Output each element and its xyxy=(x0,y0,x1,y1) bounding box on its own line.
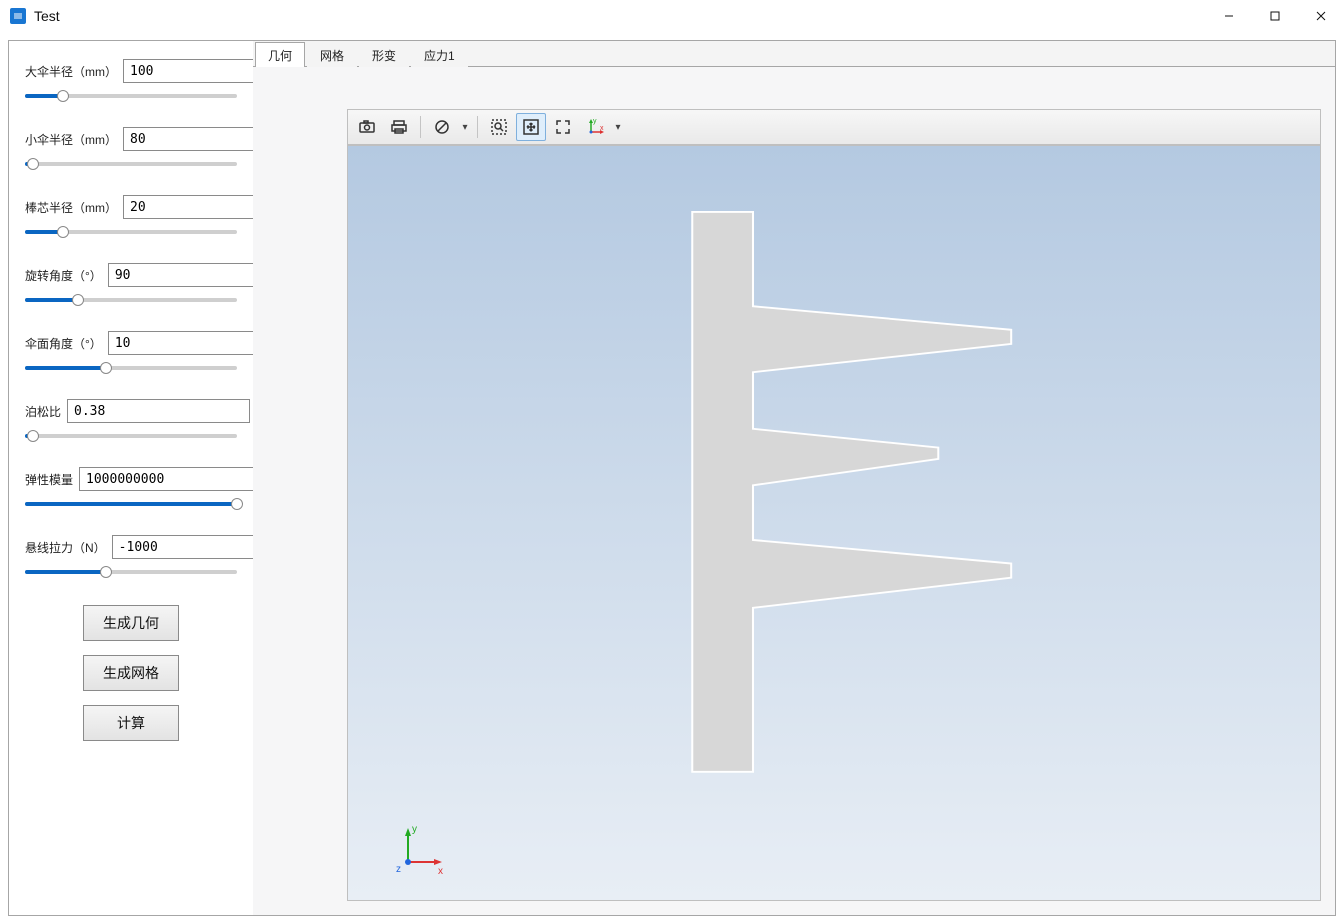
forbid-icon[interactable] xyxy=(427,113,457,141)
viewer-canvas[interactable]: y x z xyxy=(347,145,1321,901)
param-slider[interactable] xyxy=(25,155,237,173)
param-group: 弹性模量 xyxy=(25,467,237,513)
param-group: 泊松比 xyxy=(25,399,237,445)
param-label: 棒芯半径（mm） xyxy=(25,199,117,216)
app-icon xyxy=(10,8,26,24)
param-label: 悬线拉力（N） xyxy=(25,539,106,556)
param-group: 小伞半径（mm） xyxy=(25,127,237,173)
tab[interactable]: 应力1 xyxy=(411,42,468,67)
param-slider[interactable] xyxy=(25,427,237,445)
action-button[interactable]: 计算 xyxy=(83,705,179,741)
window-close-button[interactable] xyxy=(1298,0,1344,32)
param-label: 小伞半径（mm） xyxy=(25,131,117,148)
param-group: 旋转角度（°） xyxy=(25,263,237,309)
dropdown-arrow-icon[interactable]: ▾ xyxy=(612,122,624,133)
window-minimize-button[interactable] xyxy=(1206,0,1252,32)
param-slider[interactable] xyxy=(25,223,237,241)
param-label: 伞面角度（°） xyxy=(25,335,102,352)
param-slider[interactable] xyxy=(25,291,237,309)
tab[interactable]: 几何 xyxy=(255,42,305,67)
pan-icon[interactable] xyxy=(516,113,546,141)
svg-text:y: y xyxy=(593,118,597,125)
dropdown-arrow-icon[interactable]: ▾ xyxy=(459,122,471,133)
action-button[interactable]: 生成几何 xyxy=(83,605,179,641)
action-button[interactable]: 生成网格 xyxy=(83,655,179,691)
viewer-area: ▾yx▾ y x z xyxy=(253,67,1335,915)
param-slider[interactable] xyxy=(25,359,237,377)
axis-label-x: x xyxy=(438,866,443,877)
camera-icon[interactable] xyxy=(352,113,382,141)
param-label: 大伞半径（mm） xyxy=(25,63,117,80)
fit-icon[interactable] xyxy=(548,113,578,141)
tab[interactable]: 网格 xyxy=(307,42,357,67)
param-slider[interactable] xyxy=(25,563,237,581)
param-group: 伞面角度（°） xyxy=(25,331,237,377)
window-titlebar: Test xyxy=(0,0,1344,32)
param-group: 棒芯半径（mm） xyxy=(25,195,237,241)
param-input[interactable] xyxy=(79,467,262,491)
param-group: 悬线拉力（N） xyxy=(25,535,237,581)
tab[interactable]: 形变 xyxy=(359,42,409,67)
param-label: 旋转角度（°） xyxy=(25,267,102,284)
viewer-toolbar: ▾yx▾ xyxy=(347,109,1321,145)
tab-bar: 几何网格形变应力1 xyxy=(253,41,1335,67)
axis-label-z: z xyxy=(396,864,401,875)
param-slider[interactable] xyxy=(25,87,237,105)
toolbar-separator xyxy=(420,116,421,138)
axis-orient-icon[interactable]: yx xyxy=(580,113,610,141)
param-label: 泊松比 xyxy=(25,403,61,420)
param-input[interactable] xyxy=(67,399,250,423)
param-slider[interactable] xyxy=(25,495,237,513)
toolbar-separator xyxy=(477,116,478,138)
client-area: 大伞半径（mm） 小伞半径（mm） 棒芯半径（mm） 旋转角度（°） 伞面角度（°） 泊松… xyxy=(0,32,1344,924)
parameters-sidebar: 大伞半径（mm） 小伞半径（mm） 棒芯半径（mm） 旋转角度（°） 伞面角度（°） 泊松… xyxy=(9,41,253,915)
param-label: 弹性模量 xyxy=(25,471,73,488)
zoom-window-icon[interactable] xyxy=(484,113,514,141)
window-title: Test xyxy=(34,8,60,24)
param-group: 大伞半径（mm） xyxy=(25,59,237,105)
window-maximize-button[interactable] xyxy=(1252,0,1298,32)
axis-gizmo-icon: y x z xyxy=(388,822,448,882)
svg-text:x: x xyxy=(600,125,604,132)
axis-label-y: y xyxy=(412,824,417,835)
geometry-shape xyxy=(348,146,1320,900)
print-icon[interactable] xyxy=(384,113,414,141)
